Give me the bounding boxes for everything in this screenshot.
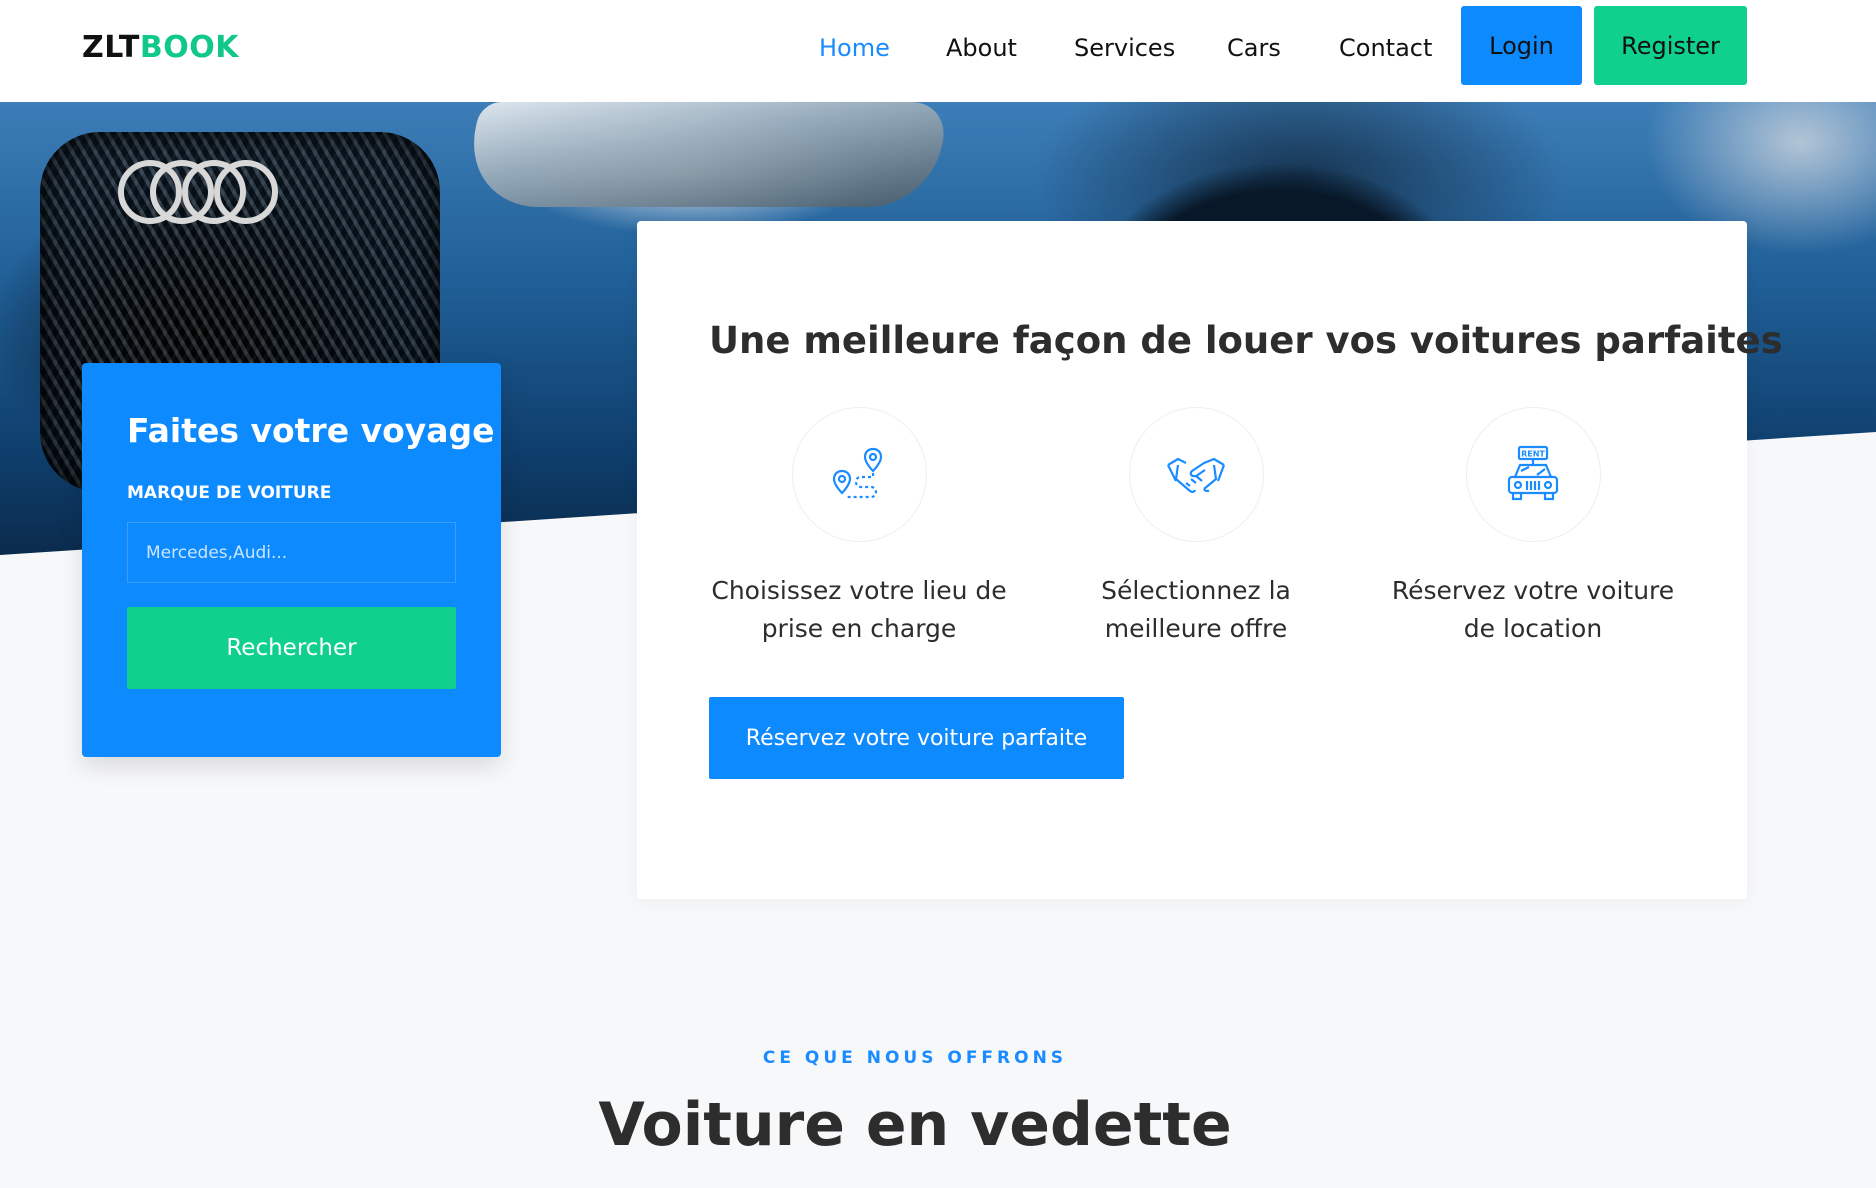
car-brand-input[interactable] [127, 522, 456, 583]
car-headlight [458, 102, 952, 207]
hero-title: Une meilleure façon de louer vos voiture… [709, 319, 1783, 362]
step-text: Réservez votre voiture de location [1391, 576, 1675, 643]
step-text: Choisissez votre lieu de prise en charge [711, 576, 1007, 643]
book-perfect-car-button[interactable]: Réservez votre voiture parfaite [709, 697, 1124, 779]
nav-link-services[interactable]: Services [1074, 34, 1175, 62]
nav-link-home[interactable]: Home [819, 34, 890, 62]
car-brand-label: MARQUE DE VOITURE [127, 483, 332, 503]
step-best-offer: Sélectionnez la meilleure offre [1046, 407, 1346, 648]
login-button[interactable]: Login [1461, 6, 1582, 85]
navbar: ZLTBOOK Home About Services Cars Contact… [0, 0, 1876, 102]
car-logo-ring [214, 160, 278, 224]
brand-logo[interactable]: ZLTBOOK [82, 30, 239, 65]
step-reserve-car: RENT Réservez votre voiture de location [1383, 407, 1683, 648]
nav-link-cars[interactable]: Cars [1227, 34, 1281, 62]
search-card-title: Faites votre voyage [127, 411, 495, 450]
nav-link-contact[interactable]: Contact [1339, 34, 1432, 62]
featured-section-subtitle: CE QUE NOUS OFFRONS [762, 1048, 1068, 1068]
rent-car-icon: RENT [1465, 407, 1601, 542]
search-button[interactable]: Rechercher [127, 607, 456, 689]
svg-text:RENT: RENT [1521, 449, 1545, 458]
rental-steps-card: Une meilleure façon de louer vos voiture… [637, 221, 1783, 899]
search-card: Faites votre voyage MARQUE DE VOITURE Re… [82, 363, 501, 757]
handshake-icon [1128, 407, 1264, 542]
register-button[interactable]: Register [1594, 6, 1747, 85]
step-text: Sélectionnez la meilleure offre [1101, 576, 1291, 643]
nav-link-about[interactable]: About [946, 34, 1017, 62]
brand-logo-part1: ZLT [82, 30, 140, 65]
brand-logo-part2: BOOK [139, 30, 239, 65]
location-route-icon [791, 407, 927, 542]
step-pickup-location: Choisissez votre lieu de prise en charge [709, 407, 1009, 648]
featured-section-title: Voiture en vedette [598, 1090, 1232, 1160]
